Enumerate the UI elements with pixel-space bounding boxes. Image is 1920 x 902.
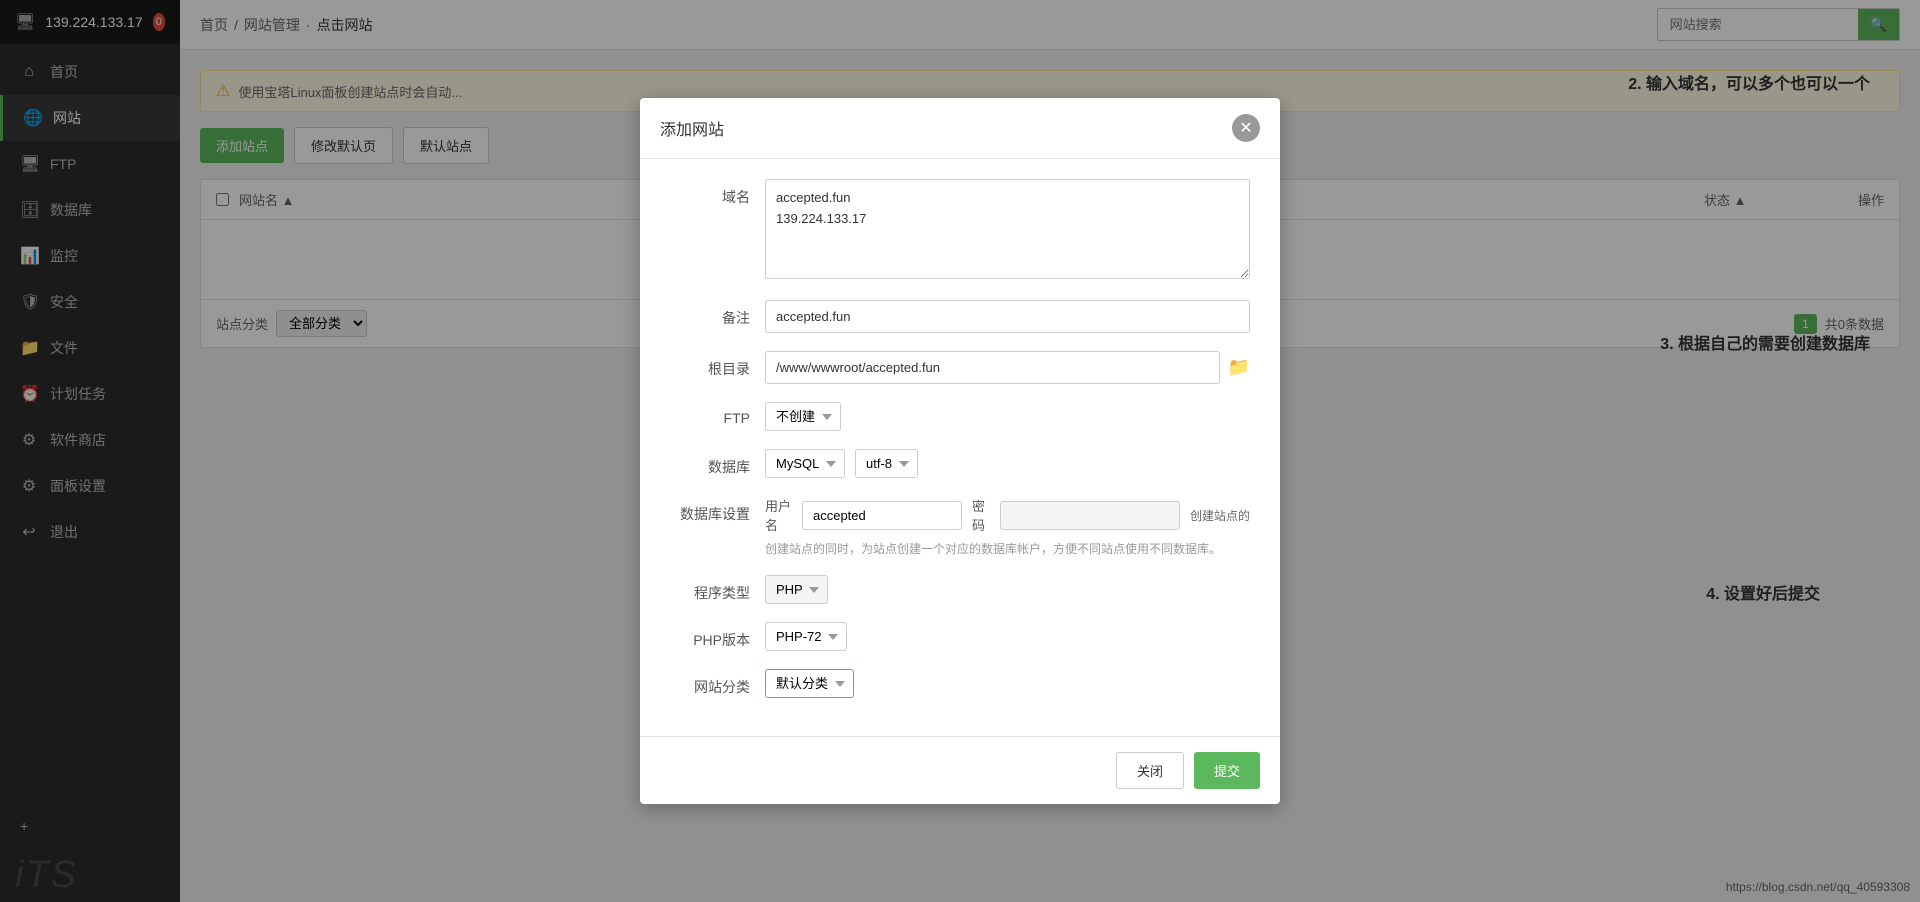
db-settings-content: 用户名 accepted 密码 创建站点的 创建站点的同时，为站点创建一个对应的… <box>765 496 1250 557</box>
root-label: 根目录 <box>670 351 750 379</box>
db-create-hint: 创建站点的 <box>1190 507 1250 524</box>
domain-control: accepted.fun 139.224.133.17 <box>765 179 1250 282</box>
cancel-button[interactable]: 关闭 <box>1116 752 1184 789</box>
ftp-label: FTP <box>670 402 750 426</box>
ftp-row: FTP 不创建 <box>670 402 1250 431</box>
db-type-select[interactable]: MySQL <box>765 449 845 478</box>
db-encode-select[interactable]: utf-8 <box>855 449 918 478</box>
domain-row: 域名 accepted.fun 139.224.133.17 <box>670 179 1250 282</box>
site-category-row: 网站分类 默认分类 <box>670 669 1250 698</box>
db-user-row: 用户名 accepted 密码 创建站点的 <box>765 496 1250 534</box>
ftp-select[interactable]: 不创建 <box>765 402 841 431</box>
php-version-select[interactable]: PHP-72 <box>765 622 847 651</box>
domain-textarea[interactable]: accepted.fun 139.224.133.17 <box>765 179 1250 279</box>
note-input[interactable]: accepted.fun <box>765 300 1250 333</box>
root-row: 根目录 /www/wwwroot/accepted.fun 📁 <box>670 351 1250 384</box>
root-control: /www/wwwroot/accepted.fun 📁 <box>765 351 1250 384</box>
prog-control: PHP <box>765 575 1250 604</box>
db-password-input[interactable] <box>1000 501 1180 530</box>
db-settings-row: 数据库设置 用户名 accepted 密码 创建站点的 创建站点的同时，为站点创… <box>670 496 1250 557</box>
root-input[interactable]: /www/wwwroot/accepted.fun <box>765 351 1220 384</box>
modal-close-button[interactable]: ✕ <box>1232 114 1260 142</box>
root-input-group: /www/wwwroot/accepted.fun 📁 <box>765 351 1250 384</box>
modal-footer: 关闭 提交 <box>640 736 1280 804</box>
db-settings-label: 数据库设置 <box>670 496 750 524</box>
site-cat-control: 默认分类 <box>765 669 1250 698</box>
ftp-control: 不创建 <box>765 402 1250 431</box>
database-row: 数据库 MySQL utf-8 <box>670 449 1250 478</box>
add-site-modal: 添加网站 ✕ 域名 accepted.fun 139.224.133.17 备注… <box>640 98 1280 804</box>
db-label: 数据库 <box>670 449 750 477</box>
php-version-control: PHP-72 <box>765 622 1250 651</box>
db-password-label: 密码 <box>972 496 990 534</box>
modal-overlay[interactable]: 添加网站 ✕ 域名 accepted.fun 139.224.133.17 备注… <box>0 0 1920 902</box>
prog-label: 程序类型 <box>670 575 750 603</box>
db-username-input[interactable]: accepted <box>802 501 962 530</box>
php-version-row: PHP版本 PHP-72 <box>670 622 1250 651</box>
submit-button[interactable]: 提交 <box>1194 752 1260 789</box>
folder-browse-icon[interactable]: 📁 <box>1228 357 1250 378</box>
note-control: accepted.fun <box>765 300 1250 333</box>
modal-body: 域名 accepted.fun 139.224.133.17 备注 accept… <box>640 159 1280 736</box>
php-version-label: PHP版本 <box>670 622 750 650</box>
modal-header: 添加网站 ✕ <box>640 98 1280 159</box>
db-selects-row: MySQL utf-8 <box>765 449 1250 478</box>
prog-type-select[interactable]: PHP <box>765 575 828 604</box>
note-label: 备注 <box>670 300 750 328</box>
note-row: 备注 accepted.fun <box>670 300 1250 333</box>
domain-label: 域名 <box>670 179 750 207</box>
modal-title: 添加网站 <box>660 116 724 140</box>
site-cat-label: 网站分类 <box>670 669 750 697</box>
prog-type-row: 程序类型 PHP <box>670 575 1250 604</box>
db-hint-text: 创建站点的同时，为站点创建一个对应的数据库帐户，方便不同站点使用不同数据库。 <box>765 540 1250 557</box>
db-username-label: 用户名 <box>765 496 792 534</box>
site-category-select[interactable]: 默认分类 <box>765 669 854 698</box>
db-control: MySQL utf-8 <box>765 449 1250 478</box>
